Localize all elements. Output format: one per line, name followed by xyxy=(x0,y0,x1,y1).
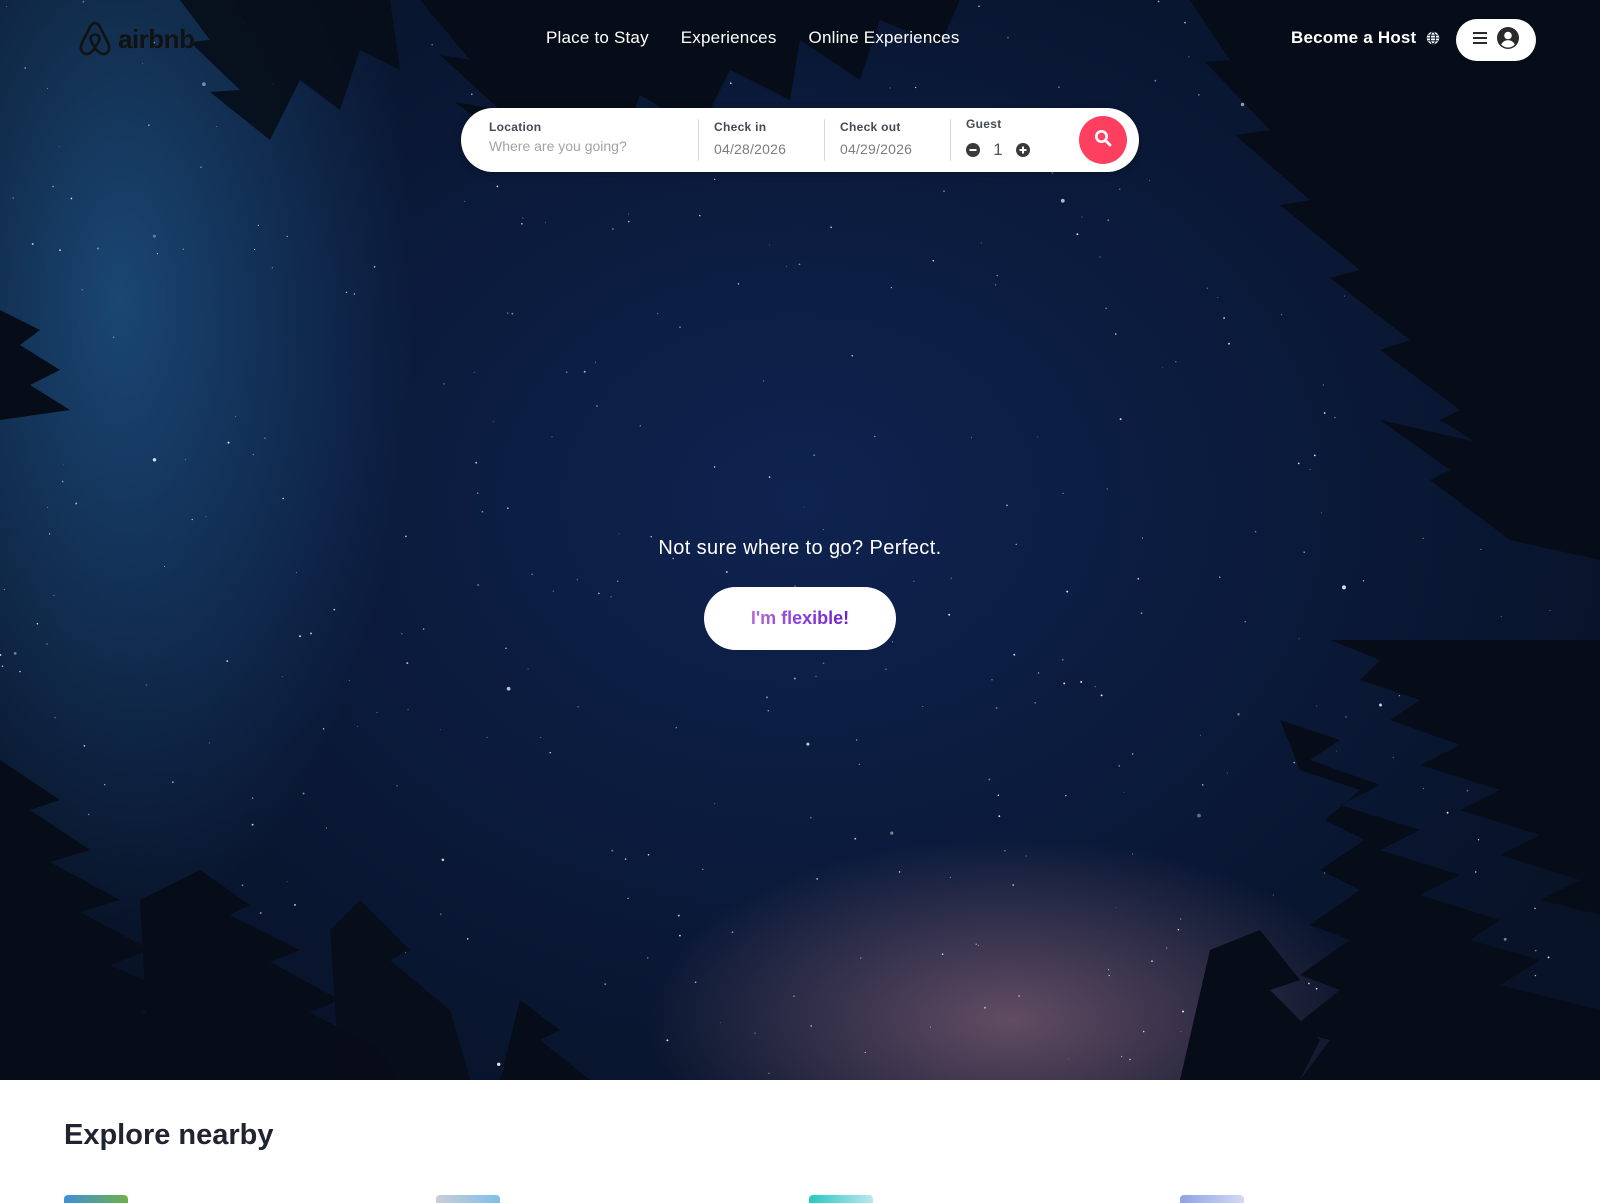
explore-card-thumbnail[interactable] xyxy=(809,1195,873,1203)
minus-circle-icon[interactable] xyxy=(966,143,980,157)
checkin-field[interactable]: Check in 04/28/2026 xyxy=(714,108,824,172)
search-button[interactable] xyxy=(1079,116,1127,164)
checkout-value[interactable]: 04/29/2026 xyxy=(840,141,912,157)
airbnb-logo-icon xyxy=(79,21,111,56)
logo-wordmark: airbnb xyxy=(118,23,195,54)
user-circle-icon xyxy=(1497,26,1519,54)
nav-place-to-stay[interactable]: Place to Stay xyxy=(546,28,649,48)
checkout-field[interactable]: Check out 04/29/2026 xyxy=(840,108,950,172)
hero-tagline: Not sure where to go? Perfect. xyxy=(658,537,942,559)
location-label: Location xyxy=(489,120,542,134)
become-host-link[interactable]: Become a Host xyxy=(1291,28,1416,48)
location-field[interactable]: Location xyxy=(489,108,689,172)
guest-count: 1 xyxy=(993,140,1003,159)
explore-card-thumbnail[interactable] xyxy=(64,1195,128,1203)
main-nav: Place to Stay Experiences Online Experie… xyxy=(546,28,960,48)
im-flexible-button[interactable]: I'm flexible! xyxy=(704,587,896,650)
hero-background: airbnb Place to Stay Experiences Online … xyxy=(0,0,1600,1080)
guest-label: Guest xyxy=(966,117,1002,131)
explore-nearby-title: Explore nearby xyxy=(64,1119,274,1151)
divider xyxy=(824,119,825,161)
search-bar: Location Check in 04/28/2026 Check out 0… xyxy=(461,108,1139,172)
im-flexible-label: I'm flexible! xyxy=(750,608,850,628)
checkin-label: Check in xyxy=(714,120,767,134)
nav-online-experiences[interactable]: Online Experiences xyxy=(809,28,960,48)
checkin-value[interactable]: 04/28/2026 xyxy=(714,141,786,157)
location-input[interactable] xyxy=(489,138,679,154)
airbnb-logo[interactable]: airbnb xyxy=(78,20,195,58)
explore-card-thumbnail[interactable] xyxy=(436,1195,500,1203)
divider xyxy=(698,119,699,161)
divider xyxy=(950,119,951,161)
search-icon xyxy=(1094,129,1112,152)
guest-stepper: 1 xyxy=(966,140,1030,160)
guest-field: Guest 1 xyxy=(966,108,1066,172)
globe-icon[interactable] xyxy=(1426,31,1440,50)
plus-circle-icon[interactable] xyxy=(1016,143,1030,157)
nav-experiences[interactable]: Experiences xyxy=(681,28,777,48)
hamburger-icon xyxy=(1473,31,1487,49)
user-menu-button[interactable] xyxy=(1456,19,1536,61)
explore-card-thumbnail[interactable] xyxy=(1180,1195,1244,1203)
checkout-label: Check out xyxy=(840,120,901,134)
